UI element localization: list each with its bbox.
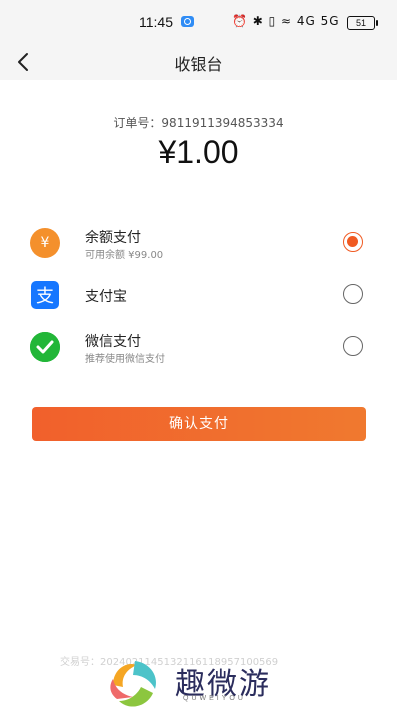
pay-option-title: 微信支付 — [85, 334, 141, 350]
status-time: 11:45 — [139, 14, 173, 30]
confirm-pay-button[interactable]: 确认支付 — [32, 407, 366, 441]
status-bar: 11:45 ⏰ ✱ ▯ ≈ 4G 5G 51 — [0, 0, 397, 42]
page-title: 收银台 — [174, 55, 223, 74]
trade-number-label: 交易号： — [60, 657, 100, 668]
watermark-logo: 趣微游 QUWEIYOU — [105, 655, 295, 711]
pay-option-balance[interactable]: ¥ 余额支付 可用余额 ¥99.00 — [0, 221, 397, 265]
pay-option-wechat[interactable]: 微信支付 推荐使用微信支付 — [0, 325, 397, 369]
status-icons: ⏰ ✱ ▯ ≈ 4G 5G — [232, 14, 340, 28]
radio-alipay[interactable] — [343, 284, 363, 304]
pay-option-alipay[interactable]: 支 支付宝 — [0, 273, 397, 317]
pay-option-subtitle: 推荐使用微信支付 — [85, 354, 165, 365]
alipay-icon: 支 — [30, 280, 60, 310]
pay-option-subtitle: 可用余额 ¥99.00 — [85, 250, 164, 261]
battery-icon: 51 — [347, 16, 378, 30]
search-app-icon — [181, 16, 194, 27]
payment-amount: ¥1.00 — [158, 134, 239, 170]
order-number: 订单号：9811911394853334 — [0, 114, 397, 131]
pay-option-title: 余额支付 — [85, 230, 141, 246]
wechat-icon — [30, 332, 60, 362]
pay-option-title: 支付宝 — [85, 289, 127, 305]
nav-bar: 收银台 — [0, 42, 397, 80]
order-number-label: 订单号： — [113, 116, 162, 130]
svg-text:支: 支 — [36, 286, 54, 307]
watermark-subtext: QUWEIYOU — [183, 695, 246, 702]
yuan-icon: ¥ — [30, 228, 60, 258]
watermark-logo-icon — [110, 661, 157, 707]
order-number-value: 9811911394853334 — [161, 116, 284, 130]
radio-wechat[interactable] — [343, 336, 363, 356]
radio-balance[interactable] — [343, 232, 363, 252]
